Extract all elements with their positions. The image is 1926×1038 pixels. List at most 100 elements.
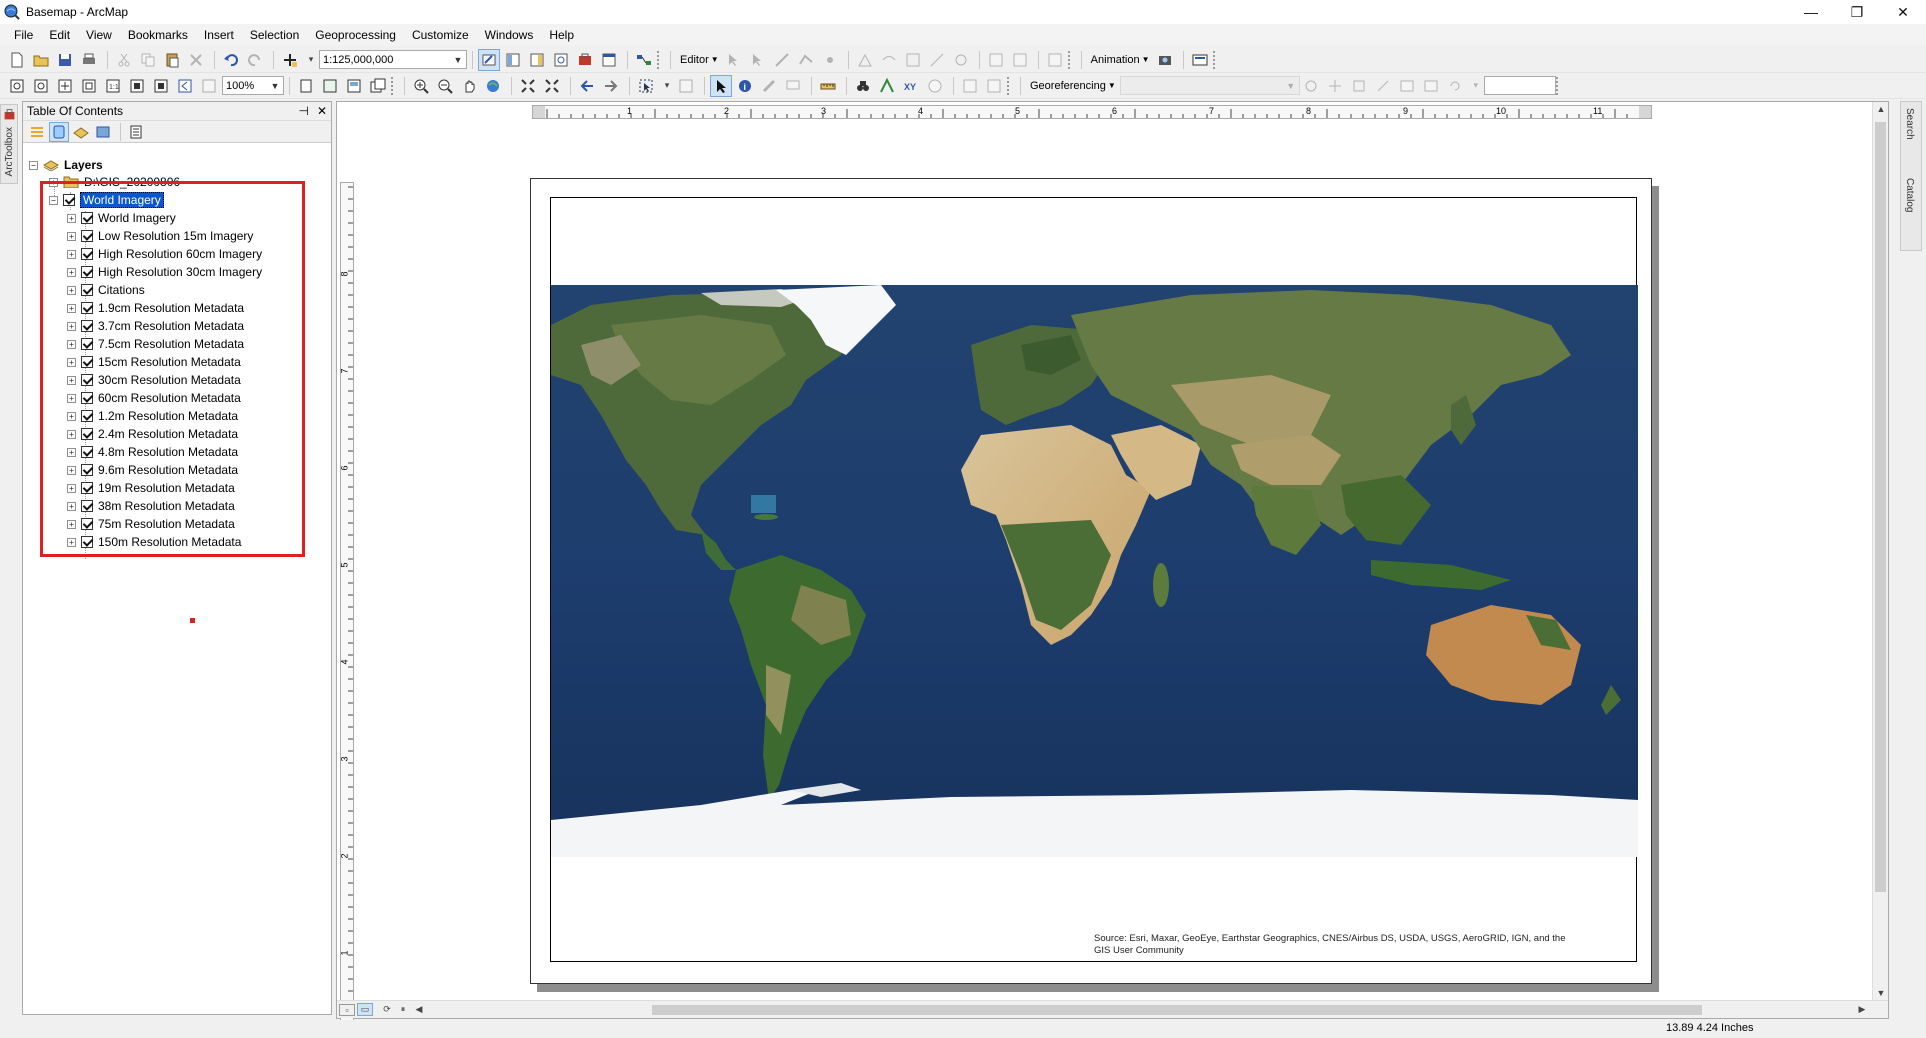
search-window-icon[interactable] [550,49,572,71]
georeference-layer-combo[interactable]: ▼ [1119,76,1300,95]
cut-polygons-icon[interactable] [902,49,924,71]
print-icon[interactable] [78,49,100,71]
map-scale-combo[interactable]: 1:125,000,000 ▼ [319,50,467,69]
undo-icon[interactable] [220,49,242,71]
zoom-out-icon[interactable] [434,75,456,97]
zoom-in-icon[interactable] [410,75,432,97]
scroll-up-icon[interactable]: ▲ [1873,104,1889,114]
toolbar-grip[interactable] [391,76,395,95]
zoom-100-icon[interactable]: 1:1 [102,75,124,97]
toolbar-grip[interactable] [1212,50,1217,69]
menu-bookmarks[interactable]: Bookmarks [120,24,196,46]
trace-icon[interactable] [795,49,817,71]
pan-page-icon[interactable] [54,75,76,97]
scroll-right-icon[interactable]: ▶ [1854,1004,1870,1015]
list-by-visibility-icon[interactable] [71,122,91,142]
measure-icon[interactable] [817,75,839,97]
vertical-scroll-thumb[interactable] [1875,122,1886,892]
restore-button[interactable]: ❐ [1834,0,1880,24]
search-tab[interactable]: Search [1904,108,1915,140]
select-elements-icon[interactable] [710,74,732,97]
zoom-whole-page-icon[interactable] [78,75,100,97]
data-frame[interactable]: Source: Esri, Maxar, GeoEye, Earthstar G… [550,197,1638,962]
toolbar-grip[interactable] [1007,76,1011,95]
add-control-points-icon[interactable] [1372,75,1394,97]
fixed-zoom-in-icon[interactable] [517,75,539,97]
zoom-out-page-icon[interactable] [30,75,52,97]
fixed-zoom-out-icon[interactable] [541,75,563,97]
collapse-icon[interactable]: − [29,160,38,170]
zoom-in-page-icon[interactable] [6,75,28,97]
shift-georef-icon[interactable] [1324,75,1346,97]
pause-drawing-icon[interactable]: ⏸ [395,1004,411,1015]
toc-options-icon[interactable] [126,122,146,142]
edit-annotation-icon[interactable] [747,49,769,71]
add-data-icon[interactable] [279,49,301,71]
select-features-icon[interactable] [635,75,657,97]
editor-menu[interactable]: Editor ▼ [676,54,723,66]
toggle-draft-mode-icon[interactable] [295,75,317,97]
menu-insert[interactable]: Insert [196,24,242,46]
new-document-icon[interactable] [6,49,28,71]
catalog-window-icon[interactable] [526,49,548,71]
straight-segment-icon[interactable] [771,49,793,71]
list-by-source-icon[interactable] [49,121,69,142]
minimize-button[interactable]: — [1788,0,1834,24]
horizontal-scroll-thumb[interactable] [652,1005,1702,1015]
redo-icon[interactable] [244,49,266,71]
go-forward-extent-icon[interactable] [198,75,220,97]
menu-help[interactable]: Help [541,24,582,46]
vertical-scrollbar[interactable]: ▲ ▼ [1872,102,1888,1000]
time-slider-icon[interactable] [924,75,946,97]
edit-tool-icon[interactable] [723,49,745,71]
reshape-icon[interactable] [878,49,900,71]
pan-icon[interactable] [458,75,480,97]
edit-vertices-icon[interactable] [854,49,876,71]
viewer-icon[interactable] [1420,75,1442,97]
layout-zoom-combo[interactable]: 100% ▼ [222,76,284,95]
back-arrow-icon[interactable] [576,75,598,97]
add-data-dropdown-icon[interactable]: ▾ [303,54,319,65]
paste-icon[interactable] [161,49,183,71]
html-popup-icon[interactable] [782,75,804,97]
point-icon[interactable] [819,49,841,71]
focus-data-frame-icon[interactable] [319,75,341,97]
python-window-icon[interactable] [598,49,620,71]
hyperlink-icon[interactable] [758,75,780,97]
georef-rotation-input[interactable] [1483,76,1556,95]
chevron-down-icon[interactable]: ▾ [1468,80,1484,91]
view-link-table-icon[interactable] [1396,75,1418,97]
chevron-down-icon[interactable]: ▼ [269,80,281,92]
create-features-icon[interactable] [1044,49,1066,71]
swipe-icon[interactable] [983,75,1005,97]
menu-geoprocessing[interactable]: Geoprocessing [307,24,404,46]
clear-selection-icon[interactable] [675,75,697,97]
toolbar-grip[interactable] [657,50,661,69]
editor-toolbar-icon[interactable] [478,48,500,71]
create-viewer-window-icon[interactable] [959,75,981,97]
find-icon[interactable] [852,75,874,97]
world-imagery-map[interactable] [551,285,1638,857]
close-window-button[interactable]: ✕ [1880,0,1926,24]
tree-row-layers[interactable]: − Layers [29,156,103,174]
menu-view[interactable]: View [78,24,120,46]
arctoolbox-icon[interactable] [574,49,596,71]
chevron-down-icon[interactable]: ▼ [1285,80,1297,92]
attributes-icon[interactable] [985,49,1007,71]
open-folder-icon[interactable] [30,49,52,71]
catalog-tab[interactable]: Catalog [1904,178,1915,212]
georeferencing-menu[interactable]: Georeferencing ▼ [1026,80,1120,92]
delete-icon[interactable] [185,49,207,71]
full-extent-icon[interactable] [482,75,504,97]
copy-icon[interactable] [137,49,159,71]
list-by-drawing-order-icon[interactable] [27,122,47,142]
rotate-georef-icon[interactable] [1300,75,1322,97]
list-by-selection-icon[interactable] [93,122,113,142]
pin-icon[interactable]: ⊣ [298,104,308,118]
find-route-icon[interactable] [876,75,898,97]
menu-edit[interactable]: Edit [41,24,78,46]
go-to-xy-icon[interactable]: XY [900,75,922,97]
sketch-properties-icon[interactable] [1009,49,1031,71]
refresh-icon[interactable]: ⟳ [379,1004,395,1015]
menu-selection[interactable]: Selection [242,24,307,46]
